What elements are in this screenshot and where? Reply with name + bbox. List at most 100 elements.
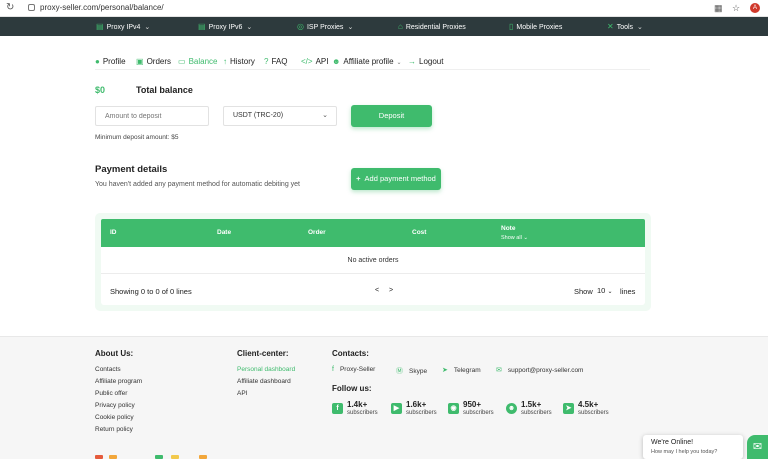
empty-table-message: No active orders <box>347 257 399 264</box>
discord-icon: ◉ <box>448 403 459 414</box>
chevron-down-icon: ⌄ <box>523 235 528 241</box>
contact-facebook[interactable]: f Proxy-Seller <box>332 366 375 373</box>
reddit-icon: ☻ <box>506 403 517 414</box>
logout-icon: → <box>408 57 416 66</box>
phone-icon: ▯ <box>509 22 514 31</box>
column-order: Order <box>308 229 326 236</box>
note-show-all-toggle[interactable]: Show all ⌄ <box>501 235 528 241</box>
tab-profile[interactable]: ● Profile <box>95 56 126 67</box>
footer-link-return-policy[interactable]: Return policy <box>95 426 133 433</box>
browser-bar: ↻ proxy-seller.com/personal/balance/ ▦ ☆… <box>0 0 768 17</box>
nav-mobile-proxies[interactable]: ▯ Mobile Proxies <box>509 21 562 33</box>
page-size-select[interactable]: 10 ⌄ <box>597 286 612 295</box>
footer-link-affiliate-dashboard[interactable]: Affiliate dashboard <box>237 378 291 385</box>
nav-residential-proxies[interactable]: ⌂ Residential Proxies <box>398 21 466 33</box>
tab-history[interactable]: ↑ History <box>223 56 255 67</box>
orders-table: ID Date Order Cost Note Show all ⌄ No ac… <box>101 219 645 305</box>
facebook-icon: f <box>332 403 343 414</box>
footer-link-api[interactable]: API <box>237 390 247 397</box>
home-icon: ⌂ <box>398 22 403 31</box>
top-navigation: ▤ Proxy IPv4 ⌄ ▤ Proxy IPv6 ⌄ ◎ ISP Proxies ⌄ … <box>0 17 768 36</box>
chevron-down-icon: ⌄ <box>607 289 613 295</box>
footer-contacts-title: Contacts: <box>332 349 369 358</box>
code-icon: </> <box>301 57 313 66</box>
add-payment-method-button[interactable]: + Add payment method <box>351 168 441 190</box>
chat-subtitle: How may I help you today? <box>651 449 718 455</box>
min-deposit-note: Minimum deposit amount: $5 <box>95 134 179 141</box>
contact-telegram[interactable]: ➤ Telegram <box>442 366 481 374</box>
server-icon: ▤ <box>96 22 104 31</box>
telegram-icon: ➤ <box>442 367 448 374</box>
balance-amount: $0 <box>95 85 106 95</box>
telegram-icon: ➤ <box>563 403 574 414</box>
wallet-icon: ▭ <box>178 57 186 66</box>
pagination: < > <box>375 287 393 294</box>
nav-proxy-ipv6[interactable]: ▤ Proxy IPv6 ⌄ <box>198 21 252 33</box>
history-icon: ↑ <box>223 57 227 66</box>
address-bar[interactable]: proxy-seller.com/personal/balance/ <box>40 3 164 13</box>
chat-open-button[interactable]: ✉ <box>747 435 768 459</box>
tools-icon: ✕ <box>607 22 614 31</box>
youtube-icon: ▶ <box>391 403 402 414</box>
site-info-icon[interactable] <box>28 4 35 11</box>
chevron-down-icon: ⌄ <box>637 24 643 31</box>
table-info: Showing 0 to 0 of 0 lines <box>110 287 192 296</box>
reload-icon[interactable]: ↻ <box>6 2 14 14</box>
tab-orders[interactable]: ▣ Orders <box>136 56 171 67</box>
footer-link-affiliate-program[interactable]: Affiliate program <box>95 378 142 385</box>
deposit-button[interactable]: Deposit <box>351 105 432 127</box>
footer-link-privacy-policy[interactable]: Privacy policy <box>95 402 135 409</box>
footer-link-contacts[interactable]: Contacts <box>95 366 121 373</box>
nav-isp-proxies[interactable]: ◎ ISP Proxies ⌄ <box>297 21 353 33</box>
payment-details-subtitle: You haven't added any payment method for… <box>95 181 300 188</box>
footer-link-personal-dashboard[interactable]: Personal dashboard <box>237 366 295 373</box>
chat-icon: ✉ <box>752 441 763 453</box>
column-note: Note <box>501 225 516 232</box>
page-size-unit: lines <box>620 287 636 296</box>
orders-table-container: ID Date Order Cost Note Show all ⌄ No ac… <box>95 213 651 311</box>
people-icon: ☻ <box>332 57 341 66</box>
table-header: ID Date Order Cost Note Show all ⌄ <box>101 219 645 247</box>
amount-field[interactable] <box>95 106 209 126</box>
payment-details-title: Payment details <box>95 164 168 175</box>
contact-email[interactable]: ✉ support@proxy-seller.com <box>496 366 583 374</box>
payment-logo-icon <box>95 455 103 459</box>
profile-avatar[interactable]: A <box>750 3 760 13</box>
tab-affiliate-profile[interactable]: ☻ Affiliate profile ⌄ <box>332 56 402 69</box>
user-icon: ● <box>95 57 100 66</box>
live-chat-bubble[interactable]: We're Online! How may I help you today? <box>643 435 743 459</box>
chevron-down-icon: ⌄ <box>347 24 354 31</box>
chevron-down-icon: ⌄ <box>144 24 151 31</box>
footer-about-title: About Us: <box>95 349 134 358</box>
tab-balance[interactable]: ▭ Balance <box>178 56 217 67</box>
bookmark-star-icon[interactable]: ☆ <box>732 2 740 14</box>
mail-icon: ✉ <box>496 367 502 374</box>
account-tabs: ● Profile ▣ Orders ▭ Balance ↑ History ? FAQ … <box>95 56 650 70</box>
next-page-button[interactable]: > <box>389 287 393 294</box>
page-size-label: Show <box>574 287 593 296</box>
nav-proxy-ipv4[interactable]: ▤ Proxy IPv4 ⌄ <box>96 21 150 33</box>
currency-select[interactable]: USDT (TRC-20) ⌄ <box>223 106 337 126</box>
prev-page-button[interactable]: < <box>375 287 379 294</box>
tab-api[interactable]: </> API <box>301 56 328 67</box>
nav-tools[interactable]: ✕ Tools ⌄ <box>607 21 643 33</box>
footer-follow-title: Follow us: <box>332 384 372 393</box>
footer-link-public-offer[interactable]: Public offer <box>95 390 127 397</box>
translate-icon[interactable]: ▦ <box>714 2 723 14</box>
amount-input[interactable] <box>105 107 208 125</box>
chevron-down-icon: ⌄ <box>396 60 402 66</box>
plus-icon: + <box>356 174 361 183</box>
server-icon: ▤ <box>198 22 206 31</box>
tab-faq[interactable]: ? FAQ <box>264 56 287 67</box>
chat-title: We're Online! <box>651 439 694 446</box>
footer-link-cookie-policy[interactable]: Cookie policy <box>95 414 134 421</box>
tab-logout[interactable]: → Logout <box>408 56 443 67</box>
payment-logos-strip <box>95 455 215 459</box>
footer-client-title: Client-center: <box>237 349 289 358</box>
payment-logo-icon <box>155 455 163 459</box>
column-id: ID <box>110 229 117 236</box>
contact-skype[interactable]: Ⓜ Skype <box>396 366 427 376</box>
chevron-down-icon: ⌄ <box>322 112 328 119</box>
table-divider <box>101 273 645 274</box>
payment-logo-icon <box>109 455 117 459</box>
